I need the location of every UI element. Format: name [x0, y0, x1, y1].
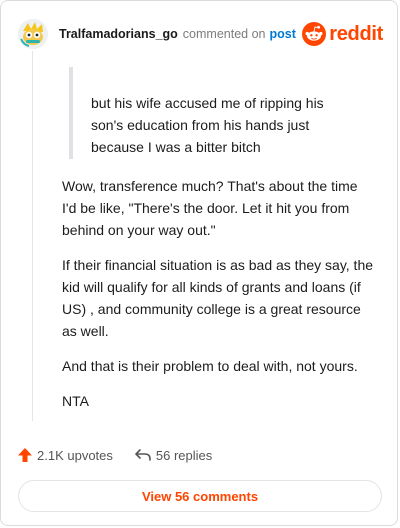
quote-line: because I was a bitter bitch	[91, 139, 261, 155]
reddit-wordmark: reddit	[329, 22, 383, 45]
comment-paragraph: Wow, transference much? That's about the…	[62, 178, 358, 238]
comment-body: Wow, transference much? That's about the…	[62, 175, 374, 425]
comment-actions: 2.1K upvotes 56 replies	[17, 445, 212, 465]
reddit-snoo-icon	[302, 22, 327, 46]
view-comments-button[interactable]: View 56 comments	[18, 480, 382, 512]
quote-line: son's education from his hands just	[91, 117, 310, 133]
commented-on-text: commented on	[182, 27, 266, 41]
comment-card: Tralfamadorians_go commented on post red…	[0, 0, 398, 526]
post-link[interactable]: post	[269, 27, 295, 41]
comment-paragraph: If their financial situation is as bad a…	[62, 257, 374, 339]
comment-paragraph: NTA	[62, 393, 89, 409]
quote-line: but his wife accused me of ripping his	[91, 95, 324, 111]
reddit-logo[interactable]: reddit	[302, 22, 383, 46]
replies-button[interactable]: 56 replies	[134, 447, 212, 463]
reply-arrow-icon	[135, 449, 151, 461]
author-name[interactable]: Tralfamadorians_go	[59, 27, 178, 41]
comment-header: Tralfamadorians_go commented on post red…	[18, 18, 383, 50]
upvote-arrow-icon	[18, 448, 32, 462]
thread-line	[32, 51, 33, 421]
blockquote: but his wife accused me of ripping his s…	[69, 67, 369, 159]
upvote-button[interactable]: 2.1K upvotes	[17, 447, 113, 463]
upvote-count: 2.1K upvotes	[37, 447, 113, 463]
avatar[interactable]	[18, 19, 48, 49]
avatar-image	[18, 19, 48, 49]
replies-count: 56 replies	[155, 447, 213, 463]
comment-paragraph: And that is their problem to deal with, …	[62, 358, 358, 374]
